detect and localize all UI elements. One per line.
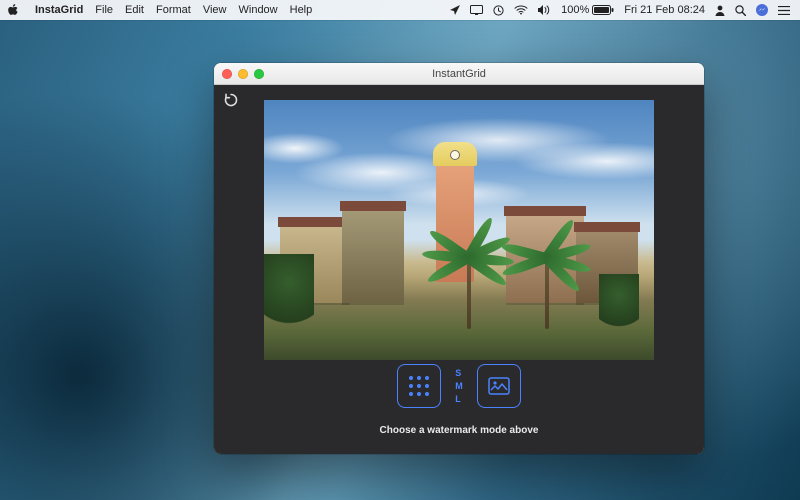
wifi-icon[interactable]: [514, 5, 528, 15]
reset-button[interactable]: [222, 91, 240, 109]
window-titlebar[interactable]: InstantGrid: [214, 63, 704, 85]
single-mode-icon: [488, 377, 510, 395]
watermark-hint: Choose a watermark mode above: [214, 425, 704, 436]
timemachine-icon[interactable]: [493, 5, 504, 16]
window-minimize-button[interactable]: [238, 69, 248, 79]
loaded-photo: [264, 100, 654, 360]
size-large[interactable]: L: [453, 394, 465, 405]
clock[interactable]: Fri 21 Feb 08:24: [624, 4, 705, 16]
image-canvas: [264, 100, 654, 360]
menu-help[interactable]: Help: [290, 4, 313, 16]
menu-window[interactable]: Window: [239, 4, 278, 16]
grid-mode-icon: [406, 373, 432, 399]
menubar-app-name[interactable]: InstaGrid: [35, 4, 83, 16]
watermark-controls: S M L: [214, 364, 704, 408]
window-close-button[interactable]: [222, 69, 232, 79]
menu-format[interactable]: Format: [156, 4, 191, 16]
display-icon[interactable]: [470, 5, 483, 15]
grid-watermark-button[interactable]: [397, 364, 441, 408]
size-medium[interactable]: M: [453, 381, 465, 392]
reset-icon: [223, 92, 239, 108]
macos-menubar: InstaGrid File Edit Format View Window H…: [0, 0, 800, 20]
watermark-size-picker: S M L: [453, 368, 465, 405]
menu-edit[interactable]: Edit: [125, 4, 144, 16]
window-zoom-button[interactable]: [254, 69, 264, 79]
messenger-icon[interactable]: [756, 4, 768, 16]
battery-status[interactable]: 100%: [561, 4, 614, 16]
apple-menu[interactable]: [8, 4, 19, 16]
volume-icon[interactable]: [538, 5, 551, 15]
location-icon[interactable]: [450, 5, 460, 15]
window-content: S M L Choose a watermark mode above: [214, 85, 704, 454]
menu-file[interactable]: File: [95, 4, 113, 16]
user-icon[interactable]: [715, 5, 725, 16]
size-small[interactable]: S: [453, 368, 465, 379]
battery-percent: 100%: [561, 4, 589, 16]
app-window: InstantGrid: [214, 63, 704, 454]
menubar-hamburger-icon[interactable]: [778, 6, 790, 15]
menu-view[interactable]: View: [203, 4, 227, 16]
single-watermark-button[interactable]: [477, 364, 521, 408]
window-title: InstantGrid: [214, 68, 704, 80]
spotlight-icon[interactable]: [735, 5, 746, 16]
